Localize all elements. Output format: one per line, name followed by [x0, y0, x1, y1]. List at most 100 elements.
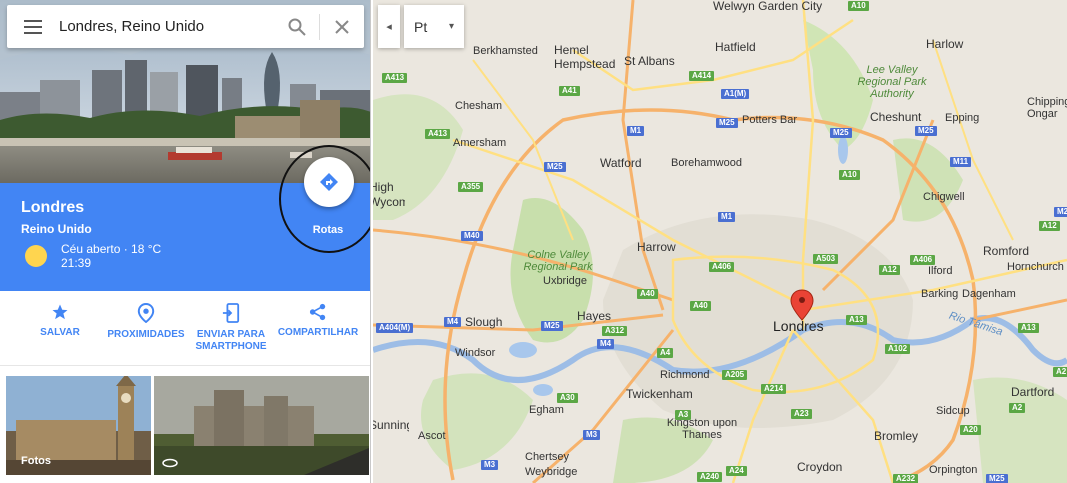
road-shield: A13: [846, 315, 867, 325]
map-label-dagenham: Dagenham: [962, 288, 1016, 300]
clear-search-button[interactable]: [320, 5, 364, 48]
map-label-orpington: Orpington: [929, 464, 978, 476]
road-shield: A214: [761, 384, 787, 394]
road-shield: A1(M): [721, 89, 750, 99]
map-label-ascot: Ascot: [418, 430, 446, 442]
road-shield: A414: [689, 71, 715, 81]
map-label-romford: Romford: [983, 244, 1030, 258]
road-shield: A406: [910, 255, 936, 265]
road-shield: A413: [382, 73, 408, 83]
share-label: COMPARTILHAR: [277, 327, 359, 338]
map-label-sidcup: Sidcup: [936, 405, 970, 417]
collapse-panel-button[interactable]: ◂: [378, 5, 400, 48]
road-shield: A406: [709, 262, 735, 272]
map-label-bromley: Bromley: [874, 429, 919, 443]
place-subtitle: Reino Unido: [21, 222, 92, 236]
map-label-ilford: Ilford: [928, 265, 953, 277]
map-label-kingston: Kingston upon Thames: [666, 417, 738, 441]
motorway-shield: M25: [986, 474, 1008, 483]
road-shield: A13: [1018, 323, 1039, 333]
photos-label: Fotos: [21, 455, 51, 467]
road-shield: A232: [893, 474, 919, 483]
map-label-borehamwood: Borehamwood: [671, 157, 742, 169]
map-label-hatfield: Hatfield: [715, 40, 756, 54]
photo-thumbnail-parliament[interactable]: Fotos: [6, 376, 151, 475]
map-label-sunningdale: Sunningdale: [373, 418, 409, 432]
road-shield: A4: [657, 348, 674, 358]
annotation-circle: [279, 145, 370, 253]
search-icon: [288, 18, 306, 36]
search-button[interactable]: [275, 5, 319, 48]
chevron-down-icon: ▾: [448, 21, 454, 32]
map-label-hayes: Hayes: [577, 309, 612, 323]
road-shield: A20: [960, 425, 981, 435]
map-label-chesham: Chesham: [455, 100, 503, 112]
road-shield: A205: [722, 370, 748, 380]
map-label-chipping-ongar: Chipping Ongar: [1027, 96, 1067, 120]
save-label: SALVAR: [40, 327, 80, 338]
map-label-weybridge: Weybridge: [525, 466, 578, 478]
road-shield: A10: [848, 1, 869, 11]
map-label-hornchurch: Hornchurch: [1007, 261, 1064, 273]
map-label-st-albans: St Albans: [624, 54, 675, 68]
motorway-shield: M25: [541, 321, 563, 331]
place-title: Londres: [21, 199, 85, 216]
map-label-berkhamsted: Berkhamsted: [473, 45, 538, 57]
map-label-windsor: Windsor: [455, 347, 496, 359]
language-selector[interactable]: Pt ▾: [404, 5, 464, 48]
photo-thumbnail-tower[interactable]: [154, 376, 369, 475]
motorway-shield: M25: [830, 128, 852, 138]
motorway-shield: M40: [461, 231, 483, 241]
motorway-shield: M4: [597, 339, 615, 349]
road-shield: A30: [557, 393, 578, 403]
send-label: ENVIAR PARA SMARTPHONE: [195, 329, 267, 352]
share-button[interactable]: COMPARTILHAR: [276, 303, 360, 339]
map-label-cheshunt: Cheshunt: [870, 110, 922, 124]
motorway-shield: M3: [481, 460, 499, 470]
road-shield: A102: [885, 344, 911, 354]
road-shield: A23: [791, 409, 812, 419]
road-shield: A40: [637, 289, 658, 299]
road-shield: A2: [1009, 403, 1026, 413]
save-button[interactable]: SALVAR: [38, 303, 82, 339]
maps-app: Londres, Reino Unido Londres Reino Unido…: [0, 0, 1067, 483]
search-box: Londres, Reino Unido: [7, 5, 364, 48]
road-shield: A503: [813, 254, 839, 264]
search-input[interactable]: Londres, Reino Unido: [59, 18, 275, 35]
nearby-label: PROXIMIDADES: [107, 329, 185, 340]
location-icon: [137, 303, 155, 323]
nearby-button[interactable]: PROXIMIDADES: [105, 303, 187, 341]
weather-text: Céu aberto · 18 °C: [61, 242, 162, 256]
road-shield: A12: [1039, 221, 1060, 231]
motorway-shield: M25: [915, 126, 937, 136]
map-canvas[interactable]: ◂ Pt ▾ Welwyn Garden City Hatfield Harlo…: [373, 0, 1067, 483]
road-shield: A24: [726, 466, 747, 476]
road-shield: A355: [458, 182, 484, 192]
map-label-croydon: Croydon: [797, 460, 843, 474]
map-label-watford: Watford: [600, 156, 642, 170]
road-shield: A12: [879, 265, 900, 275]
motorway-shield: M4: [444, 317, 462, 327]
road-shield: A41: [559, 86, 580, 96]
map-label-potters-bar: Potters Bar: [742, 114, 798, 126]
map-label-egham: Egham: [529, 404, 564, 416]
map-label-harrow: Harrow: [637, 240, 676, 254]
map-label-colne-valley: Colne Valley Regional Park: [523, 249, 593, 273]
map-label-slough: Slough: [465, 315, 503, 329]
send-to-phone-icon: [222, 303, 240, 323]
local-time: 21:39: [61, 256, 92, 270]
motorway-shield: M2: [1054, 207, 1067, 217]
place-panel: Londres, Reino Unido Londres Reino Unido…: [0, 0, 371, 483]
map-label-twickenham: Twickenham: [626, 387, 693, 401]
map-label-barking: Barking: [921, 288, 959, 300]
map-label-uxbridge: Uxbridge: [543, 275, 588, 287]
motorway-shield: M25: [544, 162, 566, 172]
motorway-shield: M25: [716, 118, 738, 128]
send-to-phone-button[interactable]: ENVIAR PARA SMARTPHONE: [192, 303, 270, 353]
motorway-shield: M11: [950, 157, 972, 167]
map-label-epping: Epping: [945, 112, 980, 124]
map-label-high-wycombe: High Wycombe: [373, 180, 405, 209]
map-label-richmond: Richmond: [660, 369, 710, 381]
menu-button[interactable]: [7, 5, 59, 48]
map-label-harlow: Harlow: [926, 37, 964, 51]
